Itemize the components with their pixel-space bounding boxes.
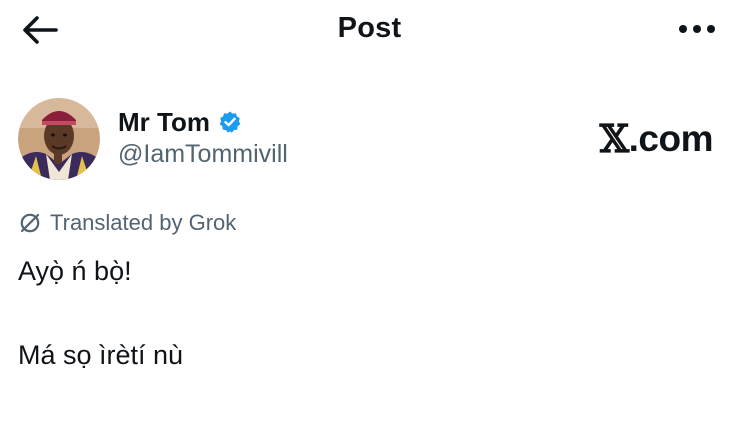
top-bar: Post	[0, 0, 739, 60]
avatar-image	[18, 98, 100, 180]
more-options-button[interactable]	[675, 12, 719, 46]
translation-notice: Translated by Grok	[18, 208, 236, 238]
watermark-text: .com	[628, 117, 714, 159]
x-logo-icon: 𝕏	[599, 116, 629, 161]
avatar[interactable]	[18, 98, 100, 180]
user-handle[interactable]: @IamTommivill	[118, 140, 288, 169]
grok-icon	[18, 211, 42, 235]
display-name[interactable]: Mr Tom	[118, 107, 210, 138]
more-horizontal-icon	[679, 25, 715, 33]
post-author: Mr Tom @IamTommivill	[18, 98, 578, 182]
x-com-watermark: 𝕏 .com	[599, 116, 714, 161]
post-text-line: Ayọ̀ ń bọ̀!	[18, 256, 132, 286]
display-name-row: Mr Tom	[118, 106, 242, 138]
page-title: Post	[337, 12, 402, 44]
post-text-line: Má sọ ìrètí nù	[18, 340, 184, 370]
translated-by-label[interactable]: Translated by Grok	[50, 210, 236, 236]
verified-badge-icon[interactable]	[218, 110, 242, 134]
